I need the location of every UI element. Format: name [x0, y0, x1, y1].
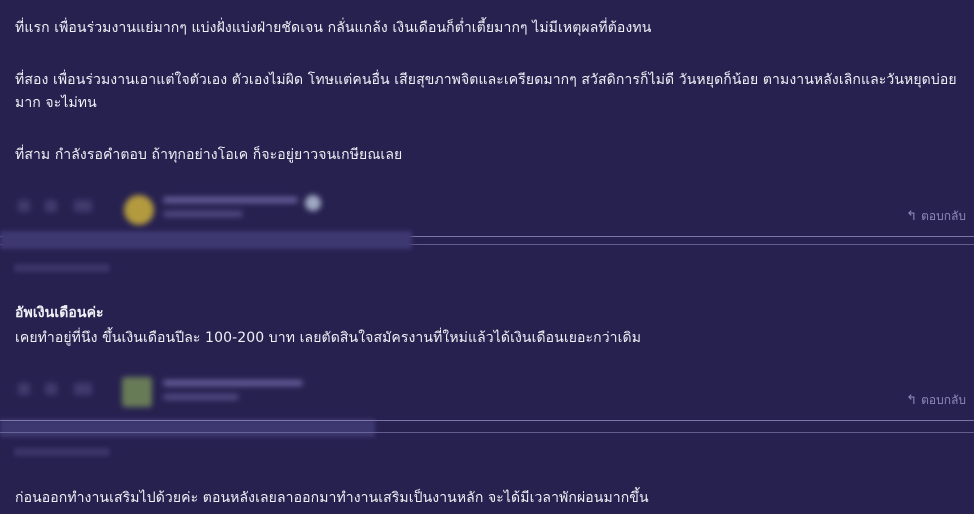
avatar[interactable]	[124, 195, 154, 225]
author-name[interactable]	[163, 197, 298, 203]
blurred-comment-number	[14, 448, 110, 456]
blurred-comment-number	[14, 264, 110, 272]
post-time	[163, 394, 239, 400]
comment-1-paragraph-1: ที่แรก เพื่อนร่วมงานแย่มากๆ แบ่งฝั่งแบ่ง…	[15, 20, 652, 36]
comment-3-body: ก่อนออกทำงานเสริมไปด้วยค่ะ ตอนหลังเลยลาอ…	[15, 490, 649, 506]
member-badge-icon	[305, 195, 321, 211]
comment-divider	[0, 420, 974, 421]
reply-label: ตอบกลับ	[921, 393, 966, 407]
reply-label: ตอบกลับ	[921, 209, 966, 223]
comment-2-title: อัพเงินเดือนค่ะ	[15, 305, 104, 321]
comment-thread: ที่แรก เพื่อนร่วมงานแย่มากๆ แบ่งฝั่งแบ่ง…	[0, 0, 974, 514]
post-time	[163, 211, 243, 217]
author-name[interactable]	[163, 380, 303, 386]
reply-button[interactable]: ↰ ตอบกลับ	[906, 391, 966, 410]
emoji-icon[interactable]	[45, 383, 57, 395]
comment-1-paragraph-2: ที่สอง เพื่อนร่วมงานเอาแต่ใจตัวเอง ตัวเอ…	[15, 72, 957, 111]
avatar[interactable]	[122, 377, 152, 407]
comment-1-footer: ↰ ตอบกลับ	[0, 192, 974, 232]
comment-2-footer: ↰ ตอบกลับ	[0, 375, 974, 415]
reply-arrow-icon: ↰	[906, 393, 918, 408]
like-icon[interactable]	[18, 383, 30, 395]
share-icon[interactable]	[74, 200, 92, 212]
comment-2-body: เคยทำอยู่ที่นึง ขึ้นเงินเดือนปีละ 100-20…	[15, 330, 642, 346]
blurred-banner	[0, 231, 412, 249]
like-icon[interactable]	[18, 200, 30, 212]
share-icon[interactable]	[74, 383, 92, 395]
emoji-icon[interactable]	[45, 200, 57, 212]
reply-button[interactable]: ↰ ตอบกลับ	[906, 207, 966, 226]
blurred-banner	[0, 419, 375, 437]
comment-divider-secondary	[0, 432, 974, 433]
comment-1-paragraph-3: ที่สาม กำลังรอคำตอบ ถ้าทุกอย่างโอเค ก็จะ…	[15, 147, 403, 163]
reply-arrow-icon: ↰	[906, 209, 918, 224]
